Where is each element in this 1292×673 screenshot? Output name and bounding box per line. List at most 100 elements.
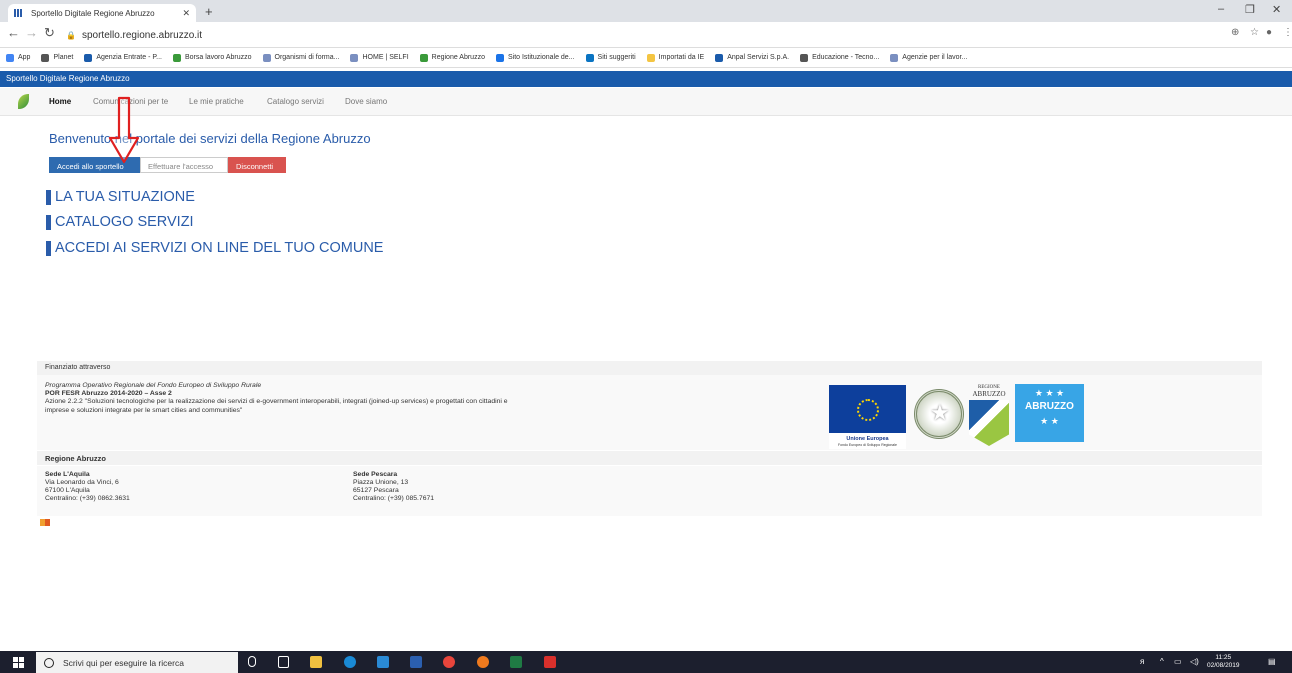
region-contacts: Sede L'Aquila Via Leonardo da Vinci, 6 6… — [37, 466, 1262, 516]
bookmark-item[interactable]: Organismi di forma... — [262, 53, 339, 62]
taskbar-clock[interactable]: 11:25 02/08/2019 — [1207, 654, 1240, 670]
bookmark-label: Planet — [53, 54, 74, 61]
bookmark-item[interactable]: Agenzie per il lavor... — [890, 53, 968, 62]
link-comune[interactable]: ACCEDI AI SERVIZI ON LINE DEL TUO COMUNE — [46, 240, 383, 256]
tab-title: Sportello Digitale Regione Abruzzo — [31, 8, 155, 18]
chrome-icon[interactable] — [443, 656, 455, 668]
edge-browser-icon[interactable] — [344, 656, 356, 668]
bookmark-item[interactable]: Regione Abruzzo — [419, 53, 485, 62]
bookmark-item[interactable]: Planet — [41, 53, 74, 62]
sede-title: Sede L'Aquila — [45, 471, 90, 478]
menu-dove-siamo[interactable]: Dove siamo — [345, 97, 387, 106]
zoom-icon[interactable]: ⊕ — [1231, 27, 1239, 38]
tray-chevron-icon[interactable]: ^ — [1160, 657, 1164, 666]
menu-dots-icon[interactable]: ⋮ — [1283, 27, 1292, 38]
regione-shield-icon — [969, 400, 1009, 446]
link-bar-marker — [46, 240, 51, 256]
firefox-icon[interactable] — [477, 656, 489, 668]
bookmark-favicon-icon — [800, 53, 809, 62]
language-flag-icon[interactable] — [40, 519, 50, 526]
bookmark-item[interactable]: App — [6, 53, 30, 62]
sede-street: Via Leonardo da Vinci, 6 — [45, 479, 119, 486]
menu-home[interactable]: Home — [49, 97, 71, 106]
welcome-heading: Benvenuto nel portale dei servizi della … — [49, 131, 371, 146]
bookmark-favicon-icon — [890, 53, 899, 62]
minimize-button[interactable]: – — [1218, 3, 1224, 15]
bookmark-item[interactable]: Agenzia Entrate - P... — [84, 53, 162, 62]
network-icon[interactable]: ▭ — [1174, 657, 1182, 666]
sede-phone: Centralino: (+39) 085.7671 — [353, 495, 435, 502]
acrobat-icon[interactable] — [544, 656, 556, 668]
action-line-2: imprese e soluzioni integrate per le sma… — [45, 406, 243, 414]
task-view-icon[interactable] — [278, 656, 289, 668]
volume-icon[interactable]: ◁) — [1190, 657, 1199, 666]
tab-close-icon[interactable]: ✕ — [182, 8, 190, 19]
bookmark-label: Anpal Servizi S.p.A. — [727, 54, 790, 61]
restore-button[interactable]: ❐ — [1245, 3, 1255, 16]
bookmark-label: Agenzie per il lavor... — [902, 54, 968, 61]
link-label: LA TUA SITUAZIONE — [55, 189, 195, 205]
windows-start-icon[interactable] — [13, 657, 25, 668]
excel-icon[interactable] — [510, 656, 522, 668]
file-explorer-icon[interactable] — [310, 656, 322, 668]
people-icon[interactable]: ᴙ — [1140, 657, 1144, 666]
microphone-icon[interactable] — [248, 656, 256, 667]
link-label: CATALOGO SERVIZI — [55, 214, 194, 230]
bookmark-item[interactable]: Sito Istituzionale de... — [495, 53, 575, 62]
windows-taskbar: Scrivi qui per eseguire la ricerca ᴙ ^ ▭… — [0, 651, 1292, 673]
back-icon[interactable]: ← — [7, 25, 20, 40]
bookmark-favicon-icon — [646, 53, 655, 62]
bookmark-favicon-icon — [6, 53, 14, 62]
clock-date: 02/08/2019 — [1207, 662, 1240, 669]
address-bar-row: ← → ↻ 🔒 sportello.regione.abruzzo.it ⊕ ☆… — [0, 22, 1292, 48]
outlook-icon[interactable] — [377, 656, 389, 668]
bookmark-item[interactable]: Importati da IE — [646, 53, 705, 62]
taskbar-search[interactable]: Scrivi qui per eseguire la ricerca — [36, 652, 238, 673]
bookmark-star-icon[interactable]: ☆ — [1250, 27, 1259, 38]
forward-icon[interactable]: → — [25, 25, 38, 40]
abruzzo-logo-text: ABRUZZO — [1025, 401, 1074, 412]
window-close-button[interactable]: ✕ — [1272, 3, 1281, 16]
link-catalogo[interactable]: CATALOGO SERVIZI — [46, 214, 194, 230]
browser-tab[interactable]: Sportello Digitale Regione Abruzzo ✕ — [8, 4, 196, 22]
bookmark-item[interactable]: Siti suggeriti — [585, 53, 636, 62]
bookmark-item[interactable]: Borsa lavoro Abruzzo — [172, 53, 252, 62]
clock-time: 11:25 — [1215, 654, 1232, 661]
sede-phone: Centralino: (+39) 0862.3631 — [45, 495, 130, 502]
eu-flag-icon — [829, 385, 906, 433]
profile-icon[interactable]: ● — [1266, 27, 1272, 38]
link-bar-marker — [46, 214, 51, 230]
bookmark-item[interactable]: HOME | SELFI — [350, 53, 409, 62]
bookmark-item[interactable]: Anpal Servizi S.p.A. — [715, 53, 790, 62]
bookmark-label: Sito Istituzionale de... — [507, 54, 575, 61]
funding-section: Programma Operativo Regionale del Fondo … — [37, 375, 1262, 450]
funding-text: Programma Operativo Regionale del Fondo … — [45, 382, 665, 415]
link-bar-marker — [46, 189, 51, 205]
reload-icon[interactable]: ↻ — [44, 25, 55, 41]
italian-emblem-icon: ★ — [914, 389, 964, 439]
bookmark-label: Siti suggeriti — [597, 54, 636, 61]
funding-header: Finanziato attraverso — [37, 361, 1262, 375]
notifications-icon[interactable]: ▤ — [1268, 657, 1276, 666]
menu-pratiche[interactable]: Le mie pratiche — [189, 97, 244, 106]
regione-abruzzo-logo: REGIONE ABRUZZO — [967, 385, 1011, 453]
leaf-logo-icon[interactable] — [18, 94, 29, 109]
bookmark-label: Importati da IE — [658, 54, 705, 61]
bookmark-favicon-icon — [495, 53, 504, 62]
program-line: Programma Operativo Regionale del Fondo … — [45, 382, 262, 389]
word-icon[interactable] — [410, 656, 422, 668]
url-field[interactable]: 🔒 sportello.regione.abruzzo.it — [66, 25, 1236, 45]
main-menu: Home Comunicazioni per te Le mie pratich… — [0, 88, 1292, 116]
bookmark-item[interactable]: Educazione - Tecno... — [800, 53, 879, 62]
site-title-bar: Sportello Digitale Regione Abruzzo — [0, 71, 1292, 87]
link-situazione[interactable]: LA TUA SITUAZIONE — [46, 189, 195, 205]
new-tab-button[interactable]: + — [205, 4, 213, 19]
bookmark-favicon-icon — [585, 53, 594, 62]
bookmark-favicon-icon — [262, 53, 271, 62]
menu-catalogo[interactable]: Catalogo servizi — [267, 97, 324, 106]
effettuare-accesso-button[interactable]: Effettuare l'accesso — [140, 157, 228, 173]
sede-city: 65127 Pescara — [353, 487, 399, 494]
sede-street: Piazza Unione, 13 — [353, 479, 409, 486]
disconnetti-button[interactable]: Disconnetti — [228, 157, 286, 173]
cortana-icon — [44, 657, 54, 668]
